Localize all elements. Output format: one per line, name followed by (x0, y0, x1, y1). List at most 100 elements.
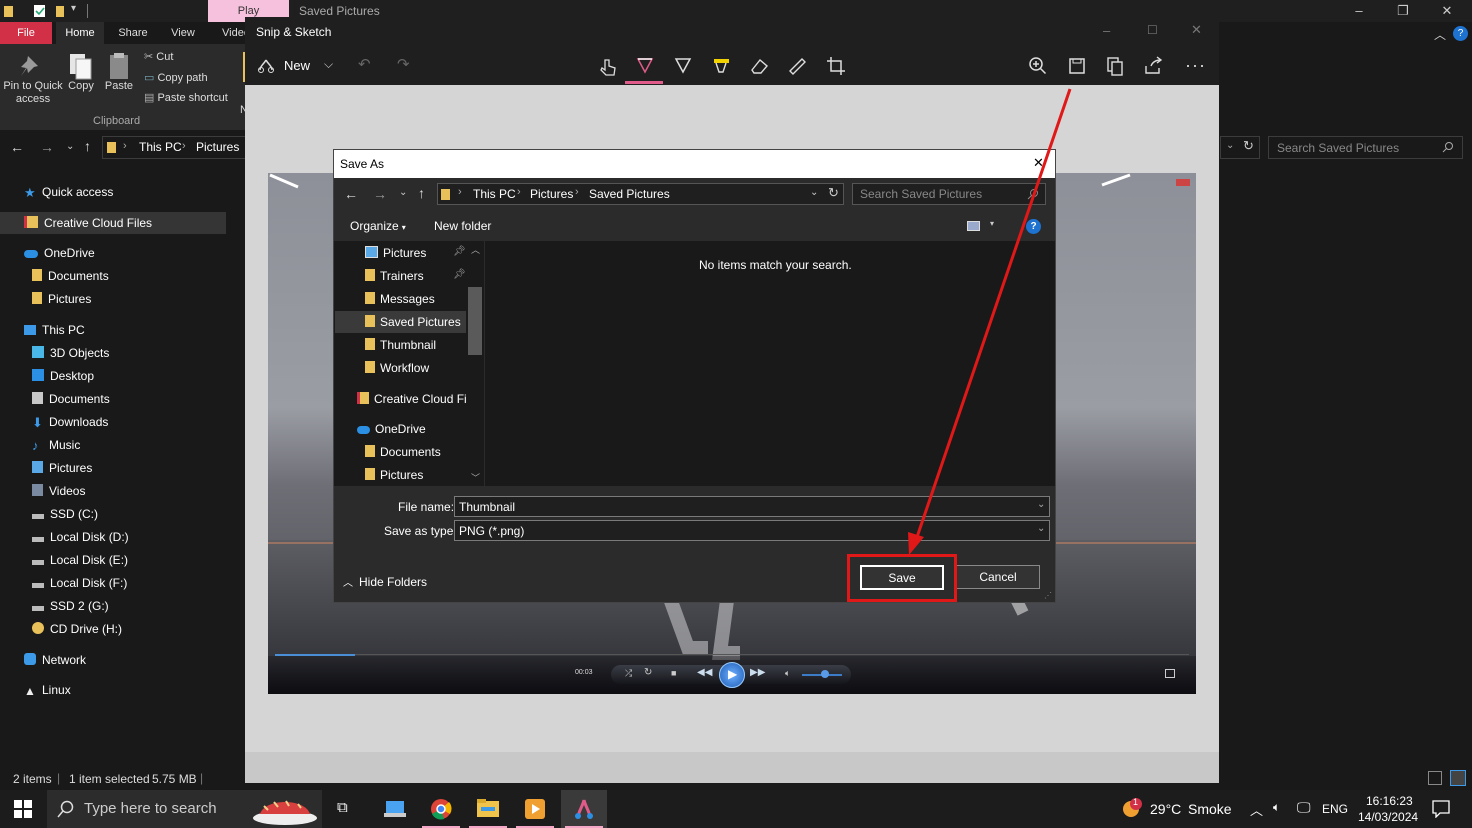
share-icon[interactable] (1143, 56, 1165, 76)
clock-time[interactable]: 16:16:23 (1366, 794, 1413, 808)
explorer-search-input[interactable]: Search Saved Pictures (1268, 136, 1463, 159)
explorer-help-icon[interactable]: ? (1453, 26, 1468, 41)
snip-close-icon[interactable]: ✕ (1191, 22, 1202, 38)
dialog-breadcrumb-pictures[interactable]: Pictures (530, 187, 573, 201)
new-snip-button[interactable] (257, 56, 275, 74)
new-folder-button[interactable]: New folder (434, 219, 491, 233)
video-progress-track[interactable] (355, 654, 1189, 655)
nav-downloads[interactable]: ⬇ Downloads (32, 415, 108, 429)
paste-button[interactable]: Paste (102, 50, 136, 93)
nav-creative-cloud[interactable]: Creative Cloud Files (24, 216, 152, 230)
back-arrow-icon[interactable]: ← (10, 139, 24, 155)
touch-writing-icon[interactable] (597, 56, 619, 76)
clock-date[interactable]: 14/03/2024 (1358, 810, 1418, 824)
nav-onedrive[interactable]: OneDrive (24, 246, 95, 260)
tree-thumbnail[interactable]: Thumbnail (365, 338, 436, 352)
tab-share[interactable]: Share (112, 22, 154, 44)
redo-icon[interactable]: ↷ (397, 55, 410, 73)
dialog-breadcrumb-saved-pictures[interactable]: Saved Pictures (589, 187, 670, 201)
paste-shortcut-button[interactable]: ▤ Paste shortcut (144, 91, 228, 104)
fast-forward-icon[interactable]: ▶▶ (750, 667, 765, 678)
tree-pictures[interactable]: Pictures (365, 246, 426, 260)
notification-center-icon[interactable] (1432, 800, 1450, 818)
stop-icon[interactable]: ■ (671, 668, 676, 678)
nav-3d-objects[interactable]: 3D Objects (32, 346, 109, 360)
crop-icon[interactable] (826, 56, 848, 76)
explorer-minimize-icon[interactable]: – (1336, 0, 1382, 22)
large-icons-view-icon[interactable] (1450, 770, 1466, 786)
speaker-icon[interactable]: 🔈︎ (1273, 800, 1280, 815)
hide-folders-button[interactable]: ︿ Hide Folders (343, 574, 427, 589)
new-dropdown-icon[interactable]: ⌵ (324, 57, 333, 72)
nav-local-disk-e[interactable]: Local Disk (E:) (32, 553, 128, 567)
address-dropdown-icon[interactable]: ⌄ (1226, 140, 1234, 151)
tree-onedrive-documents[interactable]: Documents (365, 445, 441, 459)
pencil-icon[interactable] (673, 56, 695, 76)
snip-maximize-icon[interactable]: ☐ (1147, 23, 1158, 37)
nav-desktop[interactable]: Desktop (32, 369, 94, 383)
nav-network[interactable]: Network (24, 653, 86, 667)
quick-access-toolbar-icons[interactable] (4, 4, 64, 18)
qat-dropdown-icon[interactable]: ▾ (71, 3, 76, 14)
weather-description[interactable]: Smoke (1188, 801, 1232, 817)
dialog-refresh-icon[interactable]: ↻ (828, 185, 839, 201)
nav-ssd-2-g[interactable]: SSD 2 (G:) (32, 599, 109, 613)
recent-dropdown-icon[interactable]: ⌄ (66, 141, 74, 152)
dialog-recent-dropdown-icon[interactable]: ⌄ (399, 187, 407, 198)
ribbon-collapse-icon[interactable]: ︿ (1434, 26, 1446, 43)
nav-videos[interactable]: Videos (32, 484, 85, 498)
tab-video[interactable]: Video (214, 22, 245, 44)
breadcrumb-pictures[interactable]: Pictures (196, 140, 239, 154)
nav-this-pc[interactable]: This PC (24, 323, 85, 337)
nav-onedrive-pictures[interactable]: Pictures (32, 292, 91, 306)
repeat-icon[interactable]: ↻ (644, 667, 652, 678)
taskbar-chrome[interactable] (418, 790, 464, 828)
weather-temperature[interactable]: 29°C (1150, 801, 1181, 817)
details-view-icon[interactable] (1428, 771, 1442, 785)
dialog-up-arrow-icon[interactable]: ↑ (418, 185, 425, 201)
taskbar-media-player[interactable] (512, 790, 558, 828)
tab-view[interactable]: View (163, 22, 203, 44)
pin-to-quick-access-button[interactable]: Pin to Quick access (2, 50, 64, 106)
nav-documents[interactable]: Documents (32, 392, 110, 406)
volume-slider-thumb[interactable] (821, 670, 829, 678)
highlighter-icon[interactable] (711, 56, 733, 76)
ballpoint-pen-icon[interactable] (635, 56, 657, 76)
tree-trainers[interactable]: Trainers (365, 269, 424, 283)
taskbar-remote-app[interactable] (372, 790, 418, 828)
nav-cd-drive-h[interactable]: CD Drive (H:) (32, 622, 122, 636)
task-view-icon[interactable]: ⧉ (337, 799, 348, 816)
snip-minimize-icon[interactable]: – (1103, 23, 1110, 38)
cut-button[interactable]: ✂ Cut (144, 50, 173, 63)
breadcrumb-this-pc[interactable]: This PC (139, 140, 182, 154)
dialog-breadcrumb-this-pc[interactable]: This PC (473, 187, 516, 201)
dialog-address-dropdown-icon[interactable]: ⌄ (810, 187, 818, 198)
shuffle-icon[interactable]: ⤮ (625, 668, 632, 679)
eraser-icon[interactable] (749, 56, 771, 76)
video-progress-fill[interactable] (275, 654, 355, 656)
tab-home[interactable]: Home (56, 22, 104, 44)
tab-file[interactable]: File (0, 22, 52, 44)
new-label[interactable]: New (284, 58, 310, 73)
scroll-up-icon[interactable]: ︿ (471, 243, 480, 256)
copy-path-button[interactable]: ▭ Copy path (144, 71, 208, 84)
tree-workflow[interactable]: Workflow (365, 361, 429, 375)
tree-onedrive-pictures[interactable]: Pictures (365, 468, 423, 482)
up-arrow-icon[interactable]: ↑ (84, 138, 91, 154)
organize-button[interactable]: Organize ▾ (350, 219, 406, 233)
refresh-icon[interactable]: ↻ (1243, 138, 1254, 154)
nav-music[interactable]: ♪ Music (32, 438, 80, 452)
taskbar-snip-sketch[interactable] (561, 790, 607, 828)
ruler-icon[interactable] (787, 56, 809, 76)
nav-local-disk-f[interactable]: Local Disk (F:) (32, 576, 127, 590)
language-indicator[interactable]: ENG (1322, 802, 1348, 816)
nav-ssd-c[interactable]: SSD (C:) (32, 507, 98, 521)
scroll-down-icon[interactable]: ﹀ (471, 471, 480, 484)
copy-button[interactable]: Copy (64, 50, 98, 93)
windows-start-icon[interactable] (14, 800, 32, 818)
explorer-restore-icon[interactable]: ❐ (1380, 0, 1426, 22)
resize-grip-icon[interactable]: ⋰ (1044, 591, 1052, 600)
copy-snip-icon[interactable] (1105, 56, 1127, 76)
more-options-icon[interactable]: ··· (1185, 55, 1206, 76)
forward-arrow-icon[interactable]: → (40, 139, 54, 155)
